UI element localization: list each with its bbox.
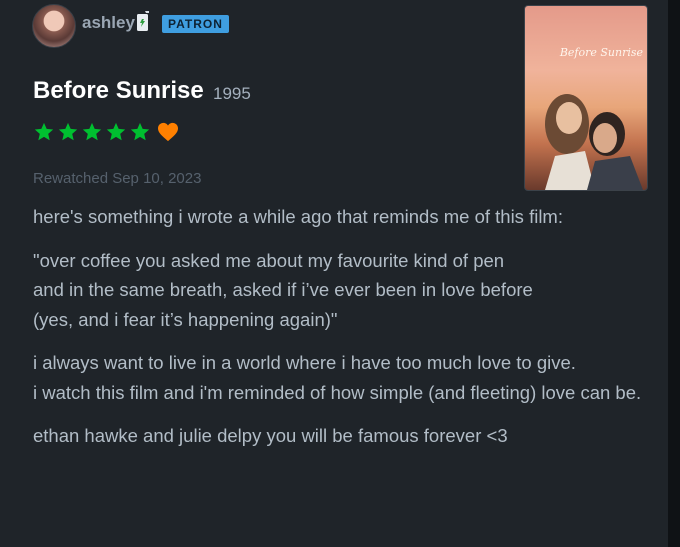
film-title[interactable]: Before Sunrise bbox=[33, 77, 204, 105]
heart-icon bbox=[158, 122, 178, 142]
star-icon bbox=[106, 122, 126, 141]
star-rating bbox=[33, 121, 151, 143]
review-card: ashley PATRON Before Sunrise 1995 Rewatc… bbox=[0, 0, 668, 547]
star-icon bbox=[82, 122, 102, 141]
review-line: (yes, and i fear it’s happening again)" bbox=[33, 308, 338, 330]
review-line: i always want to live in a world where i… bbox=[33, 352, 576, 373]
review-paragraph: here's something i wrote a while ago tha… bbox=[33, 206, 563, 227]
star-icon bbox=[130, 122, 150, 141]
patron-badge: PATRON bbox=[162, 15, 229, 33]
review-text: here's something i wrote a while ago tha… bbox=[33, 202, 653, 465]
review-line: and in the same breath, asked if i’ve ev… bbox=[33, 279, 533, 300]
drink-icon bbox=[137, 11, 149, 31]
star-icon bbox=[58, 122, 78, 141]
review-line: "over coffee you asked me about my favou… bbox=[33, 249, 505, 271]
poster-artwork bbox=[545, 94, 643, 190]
avatar[interactable] bbox=[32, 4, 76, 48]
review-line: i watch this film and i'm reminded of ho… bbox=[33, 381, 642, 403]
film-poster[interactable]: Before Sunrise bbox=[524, 5, 648, 191]
review-paragraph: "over coffee you asked me about my favou… bbox=[33, 246, 653, 335]
window-edge bbox=[668, 0, 680, 547]
watch-date[interactable]: Rewatched Sep 10, 2023 bbox=[33, 170, 201, 187]
review-paragraph: i always want to live in a world where i… bbox=[33, 348, 653, 407]
film-year[interactable]: 1995 bbox=[213, 84, 251, 104]
username[interactable]: ashley bbox=[82, 13, 135, 33]
review-paragraph: ethan hawke and julie delpy you will be … bbox=[33, 425, 508, 446]
star-icon bbox=[34, 122, 54, 141]
